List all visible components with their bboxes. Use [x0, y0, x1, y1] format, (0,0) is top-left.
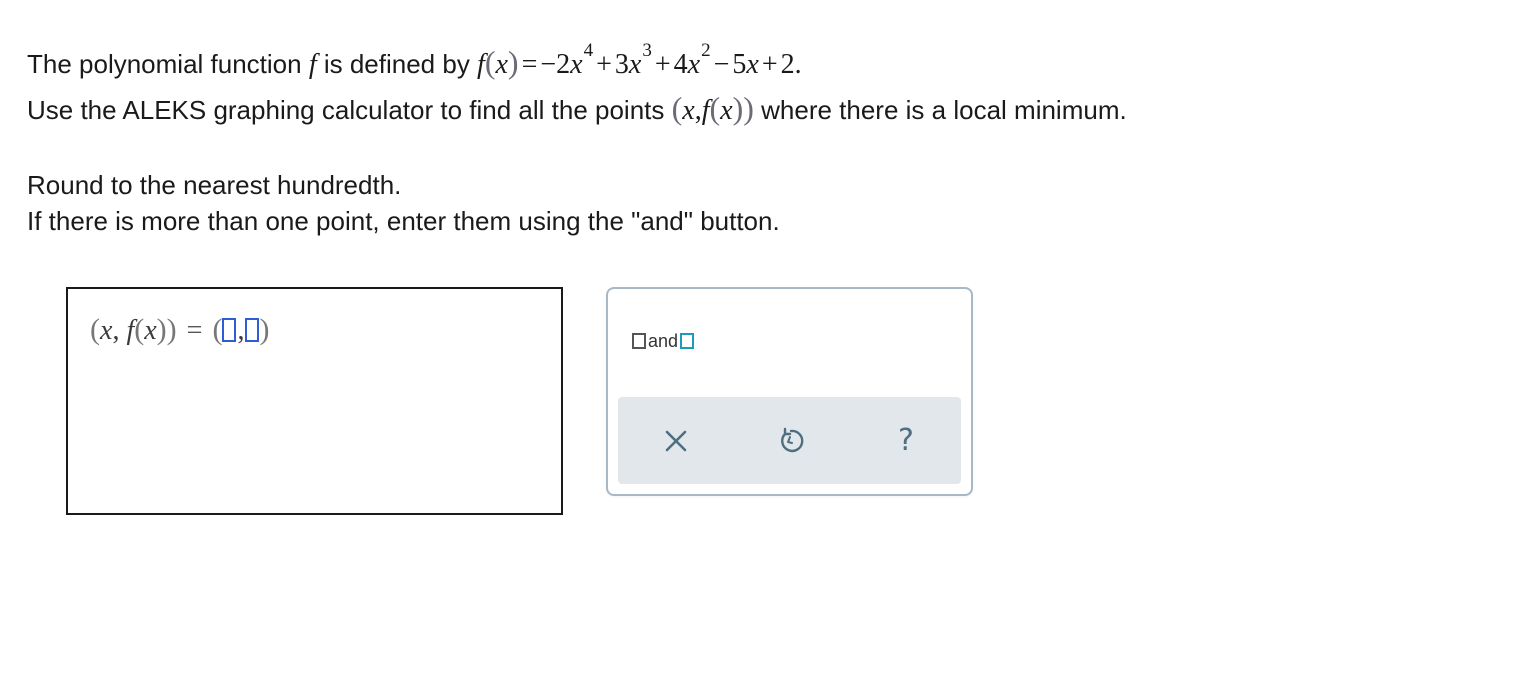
- question-mark-icon: ?: [898, 423, 914, 458]
- right-placeholder-box-icon: [680, 333, 695, 349]
- undo-icon: [781, 427, 804, 453]
- and-button-instruction: If there is more than one point, enter t…: [27, 206, 780, 236]
- polynomial-equation: f(x) = −2x4 +3x3 +4x2−5x +2.: [477, 40, 802, 80]
- answer-expression: (x, f(x)) =(,): [90, 313, 270, 346]
- aleks-question-page: The polynomial function f is defined by …: [0, 0, 1534, 698]
- and-button-label: and: [648, 330, 679, 351]
- question-text: The polynomial function: [27, 49, 309, 79]
- undo-button[interactable]: [773, 423, 809, 459]
- action-bar: ?: [618, 397, 961, 484]
- rounding-instruction: Round to the nearest hundredth.: [27, 170, 402, 200]
- question-text: is defined by: [316, 49, 478, 79]
- question-text: Use the ALEKS graphing calculator to fin…: [27, 95, 672, 125]
- y-coordinate-input[interactable]: [245, 318, 260, 342]
- answer-palette: and ?: [606, 287, 973, 496]
- x-coordinate-input[interactable]: [222, 318, 237, 342]
- point-expression: (x,f(x)): [671, 90, 754, 126]
- question-line-2: Use the ALEKS graphing calculator to fin…: [27, 90, 1127, 127]
- help-button[interactable]: ?: [888, 423, 924, 459]
- equals-sign: =: [186, 315, 203, 346]
- answer-input-box[interactable]: (x, f(x)) =(,): [66, 287, 563, 515]
- and-button[interactable]: and: [632, 329, 695, 353]
- clear-button[interactable]: [658, 423, 694, 459]
- left-placeholder-box-icon: [632, 333, 646, 349]
- close-x-icon: [665, 430, 687, 452]
- question-line-1: The polynomial function f is defined by …: [27, 40, 802, 81]
- function-symbol: f: [308, 49, 317, 80]
- question-text: where there is a local minimum.: [753, 95, 1127, 125]
